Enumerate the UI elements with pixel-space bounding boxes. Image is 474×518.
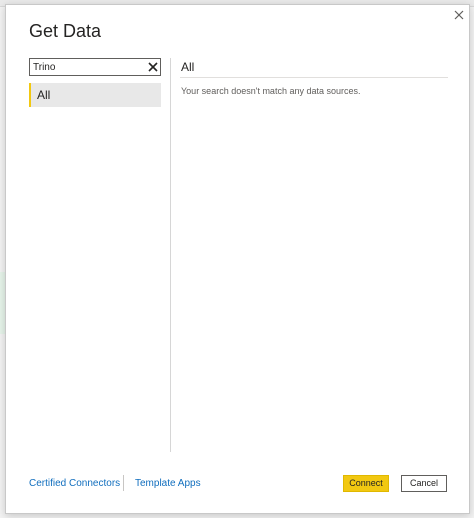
close-icon bbox=[454, 10, 464, 20]
template-apps-link[interactable]: Template Apps bbox=[135, 478, 201, 489]
category-item-all[interactable]: All bbox=[29, 83, 161, 107]
certified-connectors-link[interactable]: Certified Connectors bbox=[29, 478, 120, 489]
dialog-title: Get Data bbox=[29, 21, 102, 41]
results-section-title: All bbox=[181, 60, 195, 74]
search-input[interactable] bbox=[33, 60, 141, 74]
empty-results-message: Your search doesn't match any data sourc… bbox=[181, 86, 361, 96]
get-data-dialog: Get Data All All Your search doesn't mat… bbox=[5, 4, 470, 514]
cancel-button[interactable]: Cancel bbox=[401, 475, 447, 492]
panel-divider bbox=[170, 58, 171, 452]
clear-search-button[interactable] bbox=[146, 60, 160, 74]
category-label: All bbox=[37, 88, 51, 102]
search-box bbox=[29, 58, 161, 76]
clear-x-icon bbox=[148, 62, 158, 72]
connect-button[interactable]: Connect bbox=[343, 475, 389, 492]
section-underline bbox=[180, 77, 448, 78]
footer-separator bbox=[123, 475, 124, 491]
close-button[interactable] bbox=[451, 7, 467, 23]
